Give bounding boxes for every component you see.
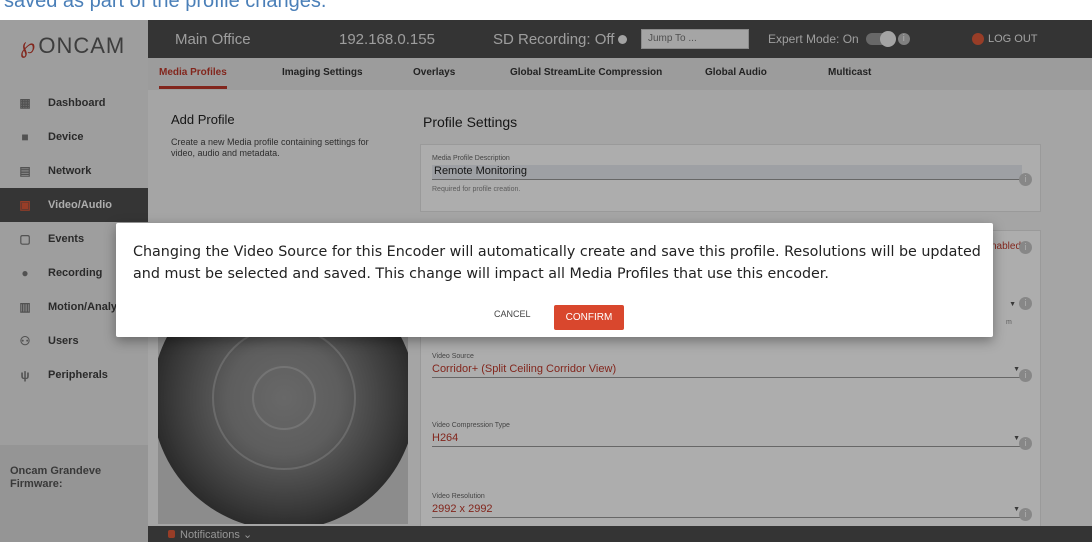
confirm-dialog: Changing the Video Source for this Encod… [116,223,993,337]
page-caption: saved as part of the profile changes. [0,0,1092,20]
dialog-message: Changing the Video Source for this Encod… [133,244,981,282]
cancel-button[interactable]: CANCEL [494,309,531,319]
confirm-button[interactable]: CONFIRM [554,305,624,330]
